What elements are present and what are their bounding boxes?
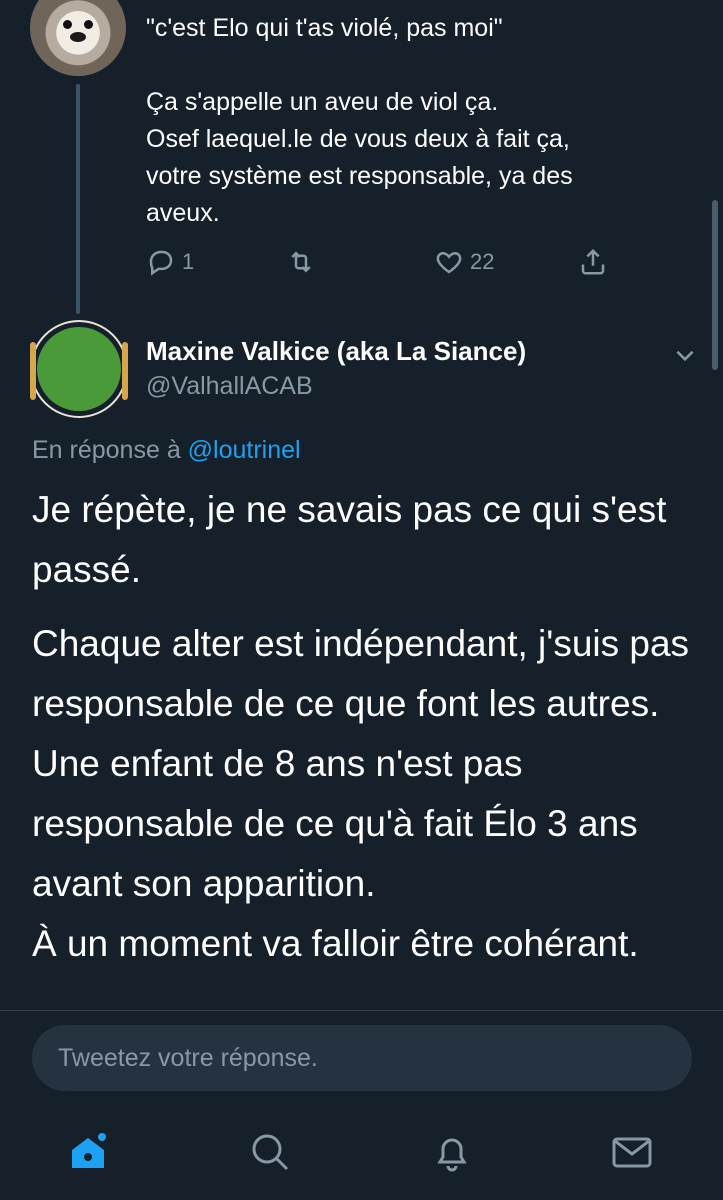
author-handle[interactable]: @ValhallACAB [146, 372, 313, 401]
parent-avatar[interactable] [30, 0, 126, 76]
envelope-icon [612, 1137, 652, 1168]
author-display-name[interactable]: Maxine Valkice (aka La Siance) [146, 336, 526, 367]
author-avatar[interactable] [30, 320, 128, 418]
tweet-paragraph: Chaque alter est indépendant, j'suis pas… [32, 623, 690, 964]
retweet-icon [291, 251, 311, 273]
tab-search[interactable] [248, 1130, 296, 1178]
reply-context: En réponse à @loutrinel [32, 436, 301, 465]
parent-tweet-text: "c'est Elo qui t'as violé, pas moi" Ça s… [146, 14, 573, 227]
like-button[interactable]: 22 [434, 240, 494, 284]
tweet-author: Maxine Valkice (aka La Siance) @ValhallA… [0, 320, 723, 420]
home-icon [72, 1133, 106, 1168]
chevron-down-icon [676, 350, 694, 362]
tab-messages[interactable] [610, 1130, 658, 1178]
share-button[interactable] [578, 240, 608, 284]
share-icon [581, 248, 605, 275]
reply-to-prefix: En réponse à [32, 436, 181, 464]
reply-to-mention[interactable]: @loutrinel [188, 436, 301, 464]
tweet-text: Je répète, je ne savais pas ce qui s'est… [32, 480, 702, 974]
reply-icon [149, 250, 173, 276]
reply-input[interactable] [56, 1042, 692, 1074]
tab-home[interactable] [66, 1130, 114, 1178]
parent-tweet-actions: 1 22 [146, 240, 626, 284]
reply-composer[interactable] [32, 1025, 692, 1091]
reply-button[interactable]: 1 [146, 240, 194, 284]
search-icon [252, 1134, 289, 1171]
like-count: 22 [470, 249, 495, 274]
tab-notifications[interactable] [430, 1130, 478, 1178]
tweet-options-button[interactable] [672, 342, 698, 368]
retweet-button[interactable] [286, 240, 316, 284]
parent-tweet[interactable]: "c'est Elo qui t'as violé, pas moi" Ça s… [0, 0, 723, 320]
bottom-tab-bar [0, 1120, 723, 1200]
divider [0, 1010, 723, 1011]
tweet-paragraph: Je répète, je ne savais pas ce qui s'est… [32, 489, 667, 590]
reply-count: 1 [182, 249, 195, 274]
heart-icon [436, 251, 462, 274]
thread-line [76, 84, 80, 314]
bell-icon [437, 1138, 467, 1172]
